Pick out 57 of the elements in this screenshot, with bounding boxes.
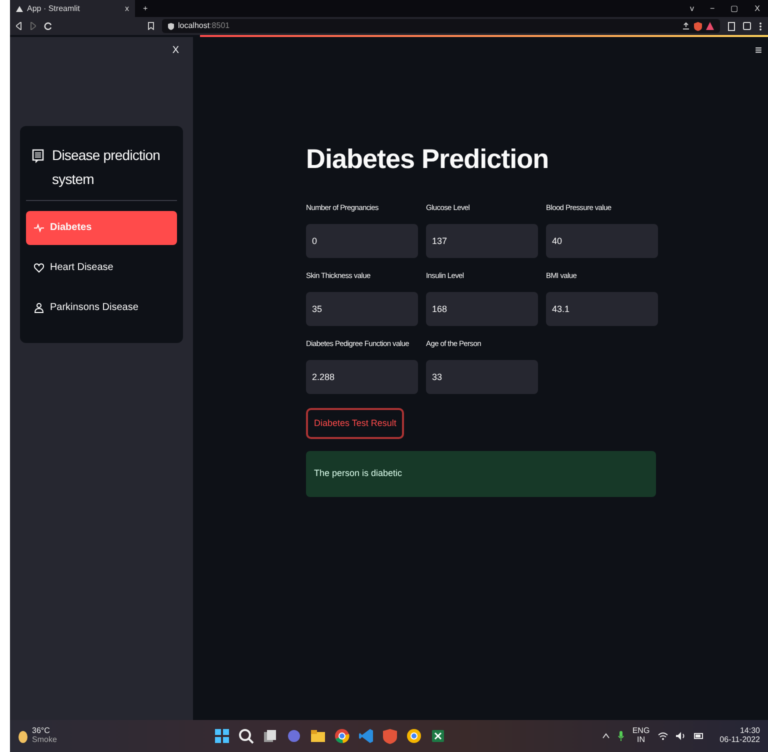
input-field[interactable]: 43.1 [546, 292, 658, 326]
time-text: 14:30 [738, 727, 760, 736]
heart-icon [34, 262, 44, 273]
url-text: localhost:8501 [178, 20, 230, 32]
back-icon[interactable] [16, 22, 22, 30]
folder-icon[interactable] [310, 728, 326, 744]
microphone-icon[interactable] [618, 731, 624, 741]
input-field[interactable]: 33 [426, 360, 538, 394]
task-view-icon[interactable] [262, 728, 278, 744]
tab-title: App · Streamlit [27, 2, 81, 14]
reload-icon[interactable] [44, 22, 52, 30]
region-text: IN [636, 736, 646, 745]
document-icon [32, 149, 44, 163]
menu-button[interactable]: ≡ [754, 41, 762, 59]
input-field[interactable]: 137 [426, 224, 538, 258]
language-text: ENG [632, 727, 650, 736]
new-tab-button[interactable]: + [143, 2, 148, 14]
person-icon [34, 302, 44, 313]
sidebar-item[interactable]: Heart Disease [26, 250, 177, 285]
battery-icon[interactable] [694, 732, 704, 740]
window-control[interactable]: ▢ [722, 2, 747, 14]
result-message: The person is diabetic [306, 451, 656, 496]
speaker-icon[interactable] [676, 732, 686, 740]
forward-icon[interactable] [30, 22, 36, 30]
date-text: 06-11-2022 [720, 736, 760, 745]
start-icon[interactable] [214, 728, 230, 744]
input-field[interactable]: 168 [426, 292, 538, 326]
input-field[interactable]: 2.288 [306, 360, 418, 394]
sidebar-item[interactable]: Parkinsons Disease [26, 290, 177, 325]
shield-icon [168, 22, 174, 30]
close-sidebar-button[interactable]: X [172, 43, 179, 58]
language-indicator[interactable]: ENG IN [632, 727, 650, 745]
sidebar-title: Disease prediction system [52, 146, 161, 189]
page-title: Diabetes Prediction [306, 143, 550, 176]
window-control[interactable]: − [702, 2, 723, 14]
input-field[interactable]: 0 [306, 224, 418, 258]
window-control[interactable]: X [746, 2, 768, 14]
search-icon[interactable] [238, 728, 254, 744]
input-field[interactable]: 35 [306, 292, 418, 326]
address-bar[interactable]: localhost:8501 [162, 19, 720, 33]
input-field[interactable]: 40 [546, 224, 658, 258]
wifi-icon[interactable] [658, 732, 668, 740]
weather-icon [18, 729, 28, 743]
spreadsheet-icon[interactable] [430, 728, 446, 744]
window-control[interactable]: v [682, 2, 702, 14]
more-icon[interactable] [759, 22, 762, 30]
bookmark-icon[interactable] [148, 22, 154, 30]
temperature-text: 36°C [32, 727, 51, 736]
weather-text: Smoke [32, 736, 57, 745]
pulse-icon [34, 222, 44, 233]
close-tab-button[interactable]: x [125, 2, 129, 14]
test-result-button[interactable]: Diabetes Test Result [306, 408, 404, 439]
clock[interactable]: 14:30 06-11-2022 [720, 727, 760, 745]
chevron-up-icon[interactable] [602, 733, 610, 739]
share-icon[interactable] [682, 22, 690, 30]
browser-tab[interactable]: App · Streamlit x [10, 0, 135, 17]
triangle-icon[interactable] [706, 22, 714, 30]
